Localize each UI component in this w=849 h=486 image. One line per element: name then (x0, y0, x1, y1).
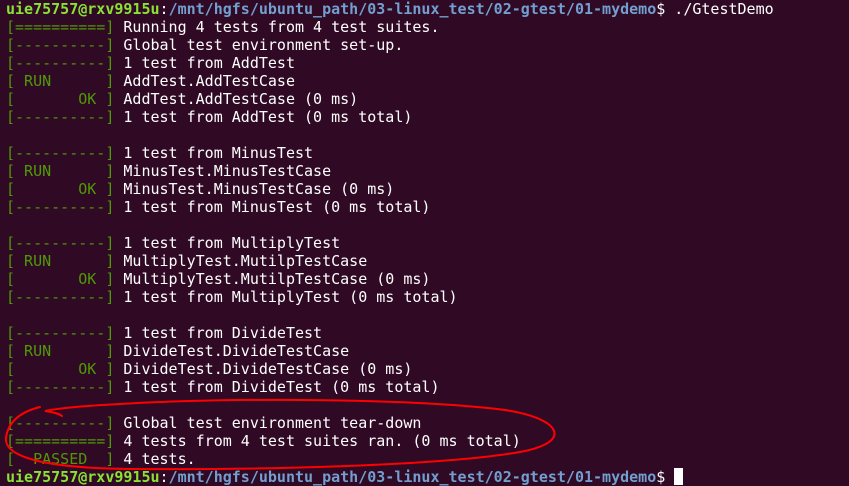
output-text: 1 test from DivideTest (0 ms total) (114, 378, 440, 396)
output-text: Global test environment set-up. (114, 36, 404, 54)
prompt-line-top: uie75757@rxv9915u:/mnt/hgfs/ubuntu_path/… (6, 0, 849, 18)
output-line: [----------] 1 test from DivideTest (0 m… (6, 378, 849, 396)
output-line: [----------] 1 test from MinusTest (0 ms… (6, 198, 849, 216)
output-line: [ OK ] DivideTest.DivideTestCase (0 ms) (6, 360, 849, 378)
output-text: 1 test from MultiplyTest (0 ms total) (114, 288, 458, 306)
prompt-path: /mnt/hgfs/ubuntu_path/03-linux_test/02-g… (168, 468, 657, 486)
output-text: 1 test from AddTest (114, 54, 295, 72)
output-text: Running 4 tests from 4 test suites. (114, 18, 440, 36)
status-tag: [----------] (6, 108, 115, 126)
output-line: [ RUN ] MultiplyTest.MutilpTestCase (6, 252, 849, 270)
output-text: AddTest.AddTestCase (114, 72, 295, 90)
output-line: [==========] 4 tests from 4 test suites … (6, 432, 849, 450)
prompt-separator: : (159, 0, 169, 18)
prompt-line-bottom[interactable]: uie75757@rxv9915u:/mnt/hgfs/ubuntu_path/… (6, 468, 849, 486)
prompt-user-host: uie75757@rxv9915u (6, 468, 160, 486)
output-text: 1 test from MinusTest (114, 144, 314, 162)
output-text: Global test environment tear-down (114, 414, 422, 432)
status-tag: [----------] (6, 324, 115, 342)
output-line: [ RUN ] DivideTest.DivideTestCase (6, 342, 849, 360)
status-tag: [ OK ] (6, 90, 115, 108)
output-text: MultiplyTest.MutilpTestCase (114, 252, 368, 270)
text-cursor (674, 468, 684, 485)
status-tag: [ PASSED ] (6, 450, 115, 468)
status-tag: [----------] (6, 198, 115, 216)
status-tag: [----------] (6, 234, 115, 252)
output-text: MultiplyTest.MutilpTestCase (0 ms) (114, 270, 431, 288)
status-tag: [ OK ] (6, 360, 115, 378)
output-line: [ PASSED ] 4 tests. (6, 450, 849, 468)
output-text: MinusTest.MinusTestCase (0 ms) (114, 180, 395, 198)
status-tag: [ RUN ] (6, 252, 115, 270)
output-text: 1 test from DivideTest (114, 324, 323, 342)
status-tag: [ OK ] (6, 180, 115, 198)
output-text: 1 test from MultiplyTest (114, 234, 341, 252)
output-text: AddTest.AddTestCase (0 ms) (114, 90, 359, 108)
status-tag: [----------] (6, 36, 115, 54)
prompt-dollar: $ (656, 468, 666, 486)
status-tag: [----------] (6, 288, 115, 306)
output-text: 4 tests from 4 test suites ran. (0 ms to… (114, 432, 521, 450)
status-tag: [----------] (6, 54, 115, 72)
output-line: [----------] 1 test from MultiplyTest (6, 234, 849, 252)
status-tag: [==========] (6, 18, 115, 36)
output-line: [ OK ] MinusTest.MinusTestCase (0 ms) (6, 180, 849, 198)
status-tag: [==========] (6, 432, 115, 450)
output-line: [----------] 1 test from MinusTest (6, 144, 849, 162)
output-line: [==========] Running 4 tests from 4 test… (6, 18, 849, 36)
output-text: 1 test from AddTest (0 ms total) (114, 108, 413, 126)
terminal-window[interactable]: uie75757@rxv9915u:/mnt/hgfs/ubuntu_path/… (0, 0, 849, 486)
prompt-path: /mnt/hgfs/ubuntu_path/03-linux_test/02-g… (168, 0, 657, 18)
status-tag: [----------] (6, 378, 115, 396)
output-text: MinusTest.MinusTestCase (114, 162, 332, 180)
output-line: [ RUN ] MinusTest.MinusTestCase (6, 162, 849, 180)
prompt-command: ./GtestDemo (665, 0, 774, 18)
prompt-dollar: $ (656, 0, 666, 18)
output-line: [----------] Global test environment tea… (6, 414, 849, 432)
output-line: [ RUN ] AddTest.AddTestCase (6, 72, 849, 90)
status-tag: [ OK ] (6, 270, 115, 288)
output-text: 4 tests. (114, 450, 196, 468)
output-line: [ OK ] MultiplyTest.MutilpTestCase (0 ms… (6, 270, 849, 288)
prompt-separator: : (159, 468, 169, 486)
output-text: DivideTest.DivideTestCase (0 ms) (114, 360, 413, 378)
status-tag: [ RUN ] (6, 162, 115, 180)
output-text: DivideTest.DivideTestCase (114, 342, 350, 360)
output-line: [----------] 1 test from AddTest (6, 54, 849, 72)
output-line: [----------] Global test environment set… (6, 36, 849, 54)
output-text: 1 test from MinusTest (0 ms total) (114, 198, 431, 216)
output-line: [----------] 1 test from DivideTest (6, 324, 849, 342)
prompt-user-host: uie75757@rxv9915u (6, 0, 160, 18)
status-tag: [----------] (6, 414, 115, 432)
output-line: [----------] 1 test from AddTest (0 ms t… (6, 108, 849, 126)
output-line: [ OK ] AddTest.AddTestCase (0 ms) (6, 90, 849, 108)
output-line: [----------] 1 test from MultiplyTest (0… (6, 288, 849, 306)
status-tag: [----------] (6, 144, 115, 162)
status-tag: [ RUN ] (6, 72, 115, 90)
status-tag: [ RUN ] (6, 342, 115, 360)
